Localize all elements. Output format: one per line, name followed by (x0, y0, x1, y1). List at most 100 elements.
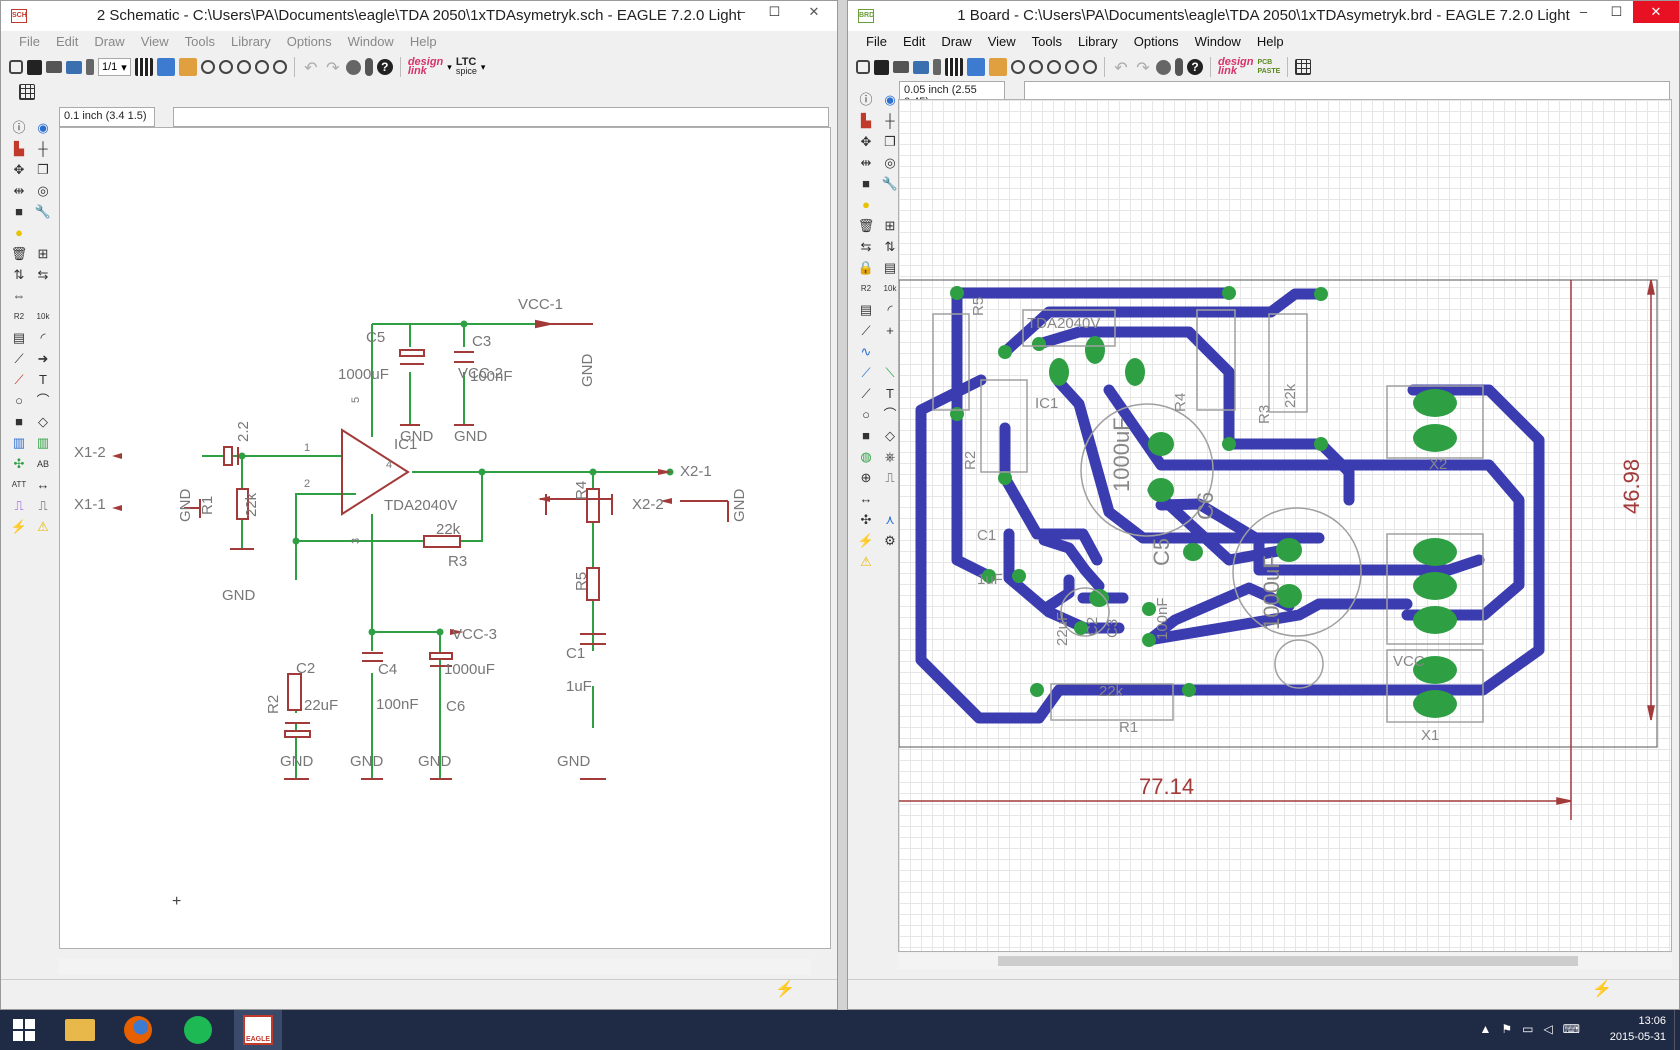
smash-icon[interactable]: ▤ (880, 259, 900, 277)
taskbar-spotify[interactable] (174, 1010, 222, 1050)
show-icon[interactable]: ◉ (880, 91, 900, 109)
lightning-icon[interactable]: ⚡ (775, 979, 795, 999)
erc-icon[interactable]: ⎍ (33, 497, 53, 515)
label-icon[interactable]: AB (33, 455, 53, 473)
ltspice-logo[interactable]: LTC spice (456, 57, 477, 76)
close-button[interactable]: ✕ (1633, 1, 1679, 23)
mark-icon[interactable]: ┼ (880, 112, 900, 130)
cam-icon[interactable] (913, 60, 929, 74)
maximize-button[interactable]: ☐ (1600, 1, 1633, 23)
menu-options[interactable]: Options (279, 32, 340, 52)
chevron-down-icon[interactable]: ▾ (447, 62, 452, 73)
display-icon[interactable]: ▙ (856, 112, 876, 130)
delete-icon[interactable]: 🗑 (856, 217, 876, 235)
invoke-icon[interactable]: ➜ (33, 350, 53, 368)
tray-expand-icon[interactable]: ▲ (1479, 1022, 1491, 1036)
dimension-icon[interactable]: ↔ (856, 490, 876, 508)
schematic-canvas[interactable]: VCC-1 VCC-2 VCC-3 X1-2 X1-1 X2-1 X2-2 C5… (59, 127, 831, 949)
redraw-icon[interactable] (1083, 60, 1097, 74)
split-icon[interactable]: ⟋ (856, 322, 876, 340)
zoom-select-icon[interactable] (1065, 60, 1079, 74)
menu-window[interactable]: Window (1187, 32, 1249, 52)
save-icon[interactable] (874, 59, 889, 75)
show-icon[interactable]: ◉ (33, 119, 53, 137)
zoom-select-icon[interactable] (254, 60, 269, 74)
paste-icon[interactable]: ● (856, 196, 876, 214)
lock-icon[interactable]: 🔒 (856, 259, 876, 277)
frame-icon[interactable]: ⎍ (9, 497, 29, 515)
display-icon[interactable]: ▙ (9, 140, 29, 158)
swap-icon[interactable]: ⇅ (880, 238, 900, 256)
start-button[interactable] (0, 1010, 48, 1050)
gateswap-icon[interactable]: ⇔ (9, 287, 29, 305)
smash-icon[interactable]: ▤ (856, 301, 876, 319)
flag-icon[interactable]: ⚑ (1501, 1022, 1512, 1036)
attribute-icon[interactable]: ATT (9, 476, 29, 494)
route-icon[interactable]: ⟋ (856, 364, 876, 382)
menu-edit[interactable]: Edit (895, 32, 933, 52)
menu-view[interactable]: View (980, 32, 1024, 52)
name-icon[interactable]: R2 (856, 280, 876, 298)
optimize-icon[interactable]: + (880, 322, 900, 340)
info-icon[interactable]: ⓘ (9, 119, 29, 137)
text-icon[interactable]: T (880, 385, 900, 403)
script-icon[interactable] (134, 58, 153, 76)
board-switch-icon[interactable] (156, 58, 175, 76)
lightning-icon[interactable]: ⚡ (1592, 979, 1612, 999)
zoom-fit-icon[interactable] (200, 60, 215, 74)
taskbar-firefox[interactable] (114, 1010, 162, 1050)
keyboard-icon[interactable]: ⌨ (1563, 1022, 1580, 1036)
smash-icon[interactable]: ▤ (9, 329, 29, 347)
circle-icon[interactable]: ○ (9, 392, 29, 410)
taskbar-clock[interactable]: 13:06 2015-05-31 (1610, 1013, 1666, 1045)
attribute-icon[interactable]: ⎍ (880, 469, 900, 487)
brd-icon[interactable] (178, 58, 197, 76)
zoom-in-icon[interactable] (1029, 60, 1043, 74)
sheet-select[interactable]: 1/1 ▾ (98, 58, 131, 76)
group-icon[interactable]: ■ (856, 175, 876, 193)
redraw-icon[interactable] (272, 60, 287, 74)
print-icon[interactable] (46, 61, 62, 73)
signal-icon[interactable]: ⎈ (880, 448, 900, 466)
errors-icon[interactable]: ⚠ (856, 553, 876, 571)
delete-icon[interactable]: 🗑 (9, 245, 29, 263)
via-icon[interactable]: ◍ (856, 448, 876, 466)
minimize-button[interactable]: – (1567, 1, 1600, 23)
undo-icon[interactable]: ↶ (1112, 58, 1130, 77)
board-hscrollbar[interactable] (898, 953, 1672, 969)
drc-check-icon[interactable]: ⚙ (880, 532, 900, 550)
name-icon[interactable]: R2 (9, 308, 29, 326)
network-icon[interactable]: ▭ (1522, 1022, 1533, 1036)
command-line-input[interactable] (1024, 81, 1670, 101)
designlink-logo[interactable]: design link (1218, 57, 1253, 77)
print-icon[interactable] (893, 61, 909, 73)
meander-icon[interactable]: ∿ (856, 343, 876, 361)
wire-icon[interactable]: ⟋ (9, 371, 29, 389)
minimize-button[interactable]: – (725, 1, 758, 23)
go-icon[interactable] (364, 58, 373, 76)
redo-icon[interactable]: ↷ (324, 58, 342, 77)
menu-draw[interactable]: Draw (933, 32, 979, 52)
menu-library[interactable]: Library (1070, 32, 1126, 52)
stop-icon[interactable] (345, 59, 361, 75)
maximize-button[interactable]: ☐ (758, 1, 791, 23)
arc-icon[interactable]: ⌒ (880, 406, 900, 424)
wire-icon[interactable]: ⟋ (856, 385, 876, 403)
replace-icon[interactable]: ⇆ (856, 238, 876, 256)
bus-icon[interactable]: ▥ (9, 434, 29, 452)
zoom-fit-icon[interactable] (1011, 60, 1025, 74)
close-button[interactable]: ✕ (791, 1, 837, 23)
script-icon[interactable] (945, 58, 963, 76)
paste-icon[interactable]: ● (9, 224, 29, 242)
value-icon[interactable]: 10k (33, 308, 53, 326)
pinswap-icon[interactable]: ⇅ (9, 266, 29, 284)
pcb-paste-logo[interactable]: PCB PASTE (1257, 58, 1280, 76)
menu-file[interactable]: File (11, 32, 48, 52)
change-icon[interactable]: 🔧 (880, 175, 900, 193)
schematic-switch-icon[interactable] (967, 58, 985, 76)
menu-tools[interactable]: Tools (1024, 32, 1070, 52)
stop-icon[interactable] (1156, 59, 1171, 75)
arc-icon[interactable]: ⌒ (33, 392, 53, 410)
use-library-icon[interactable] (933, 59, 941, 75)
open-icon[interactable] (9, 60, 23, 74)
